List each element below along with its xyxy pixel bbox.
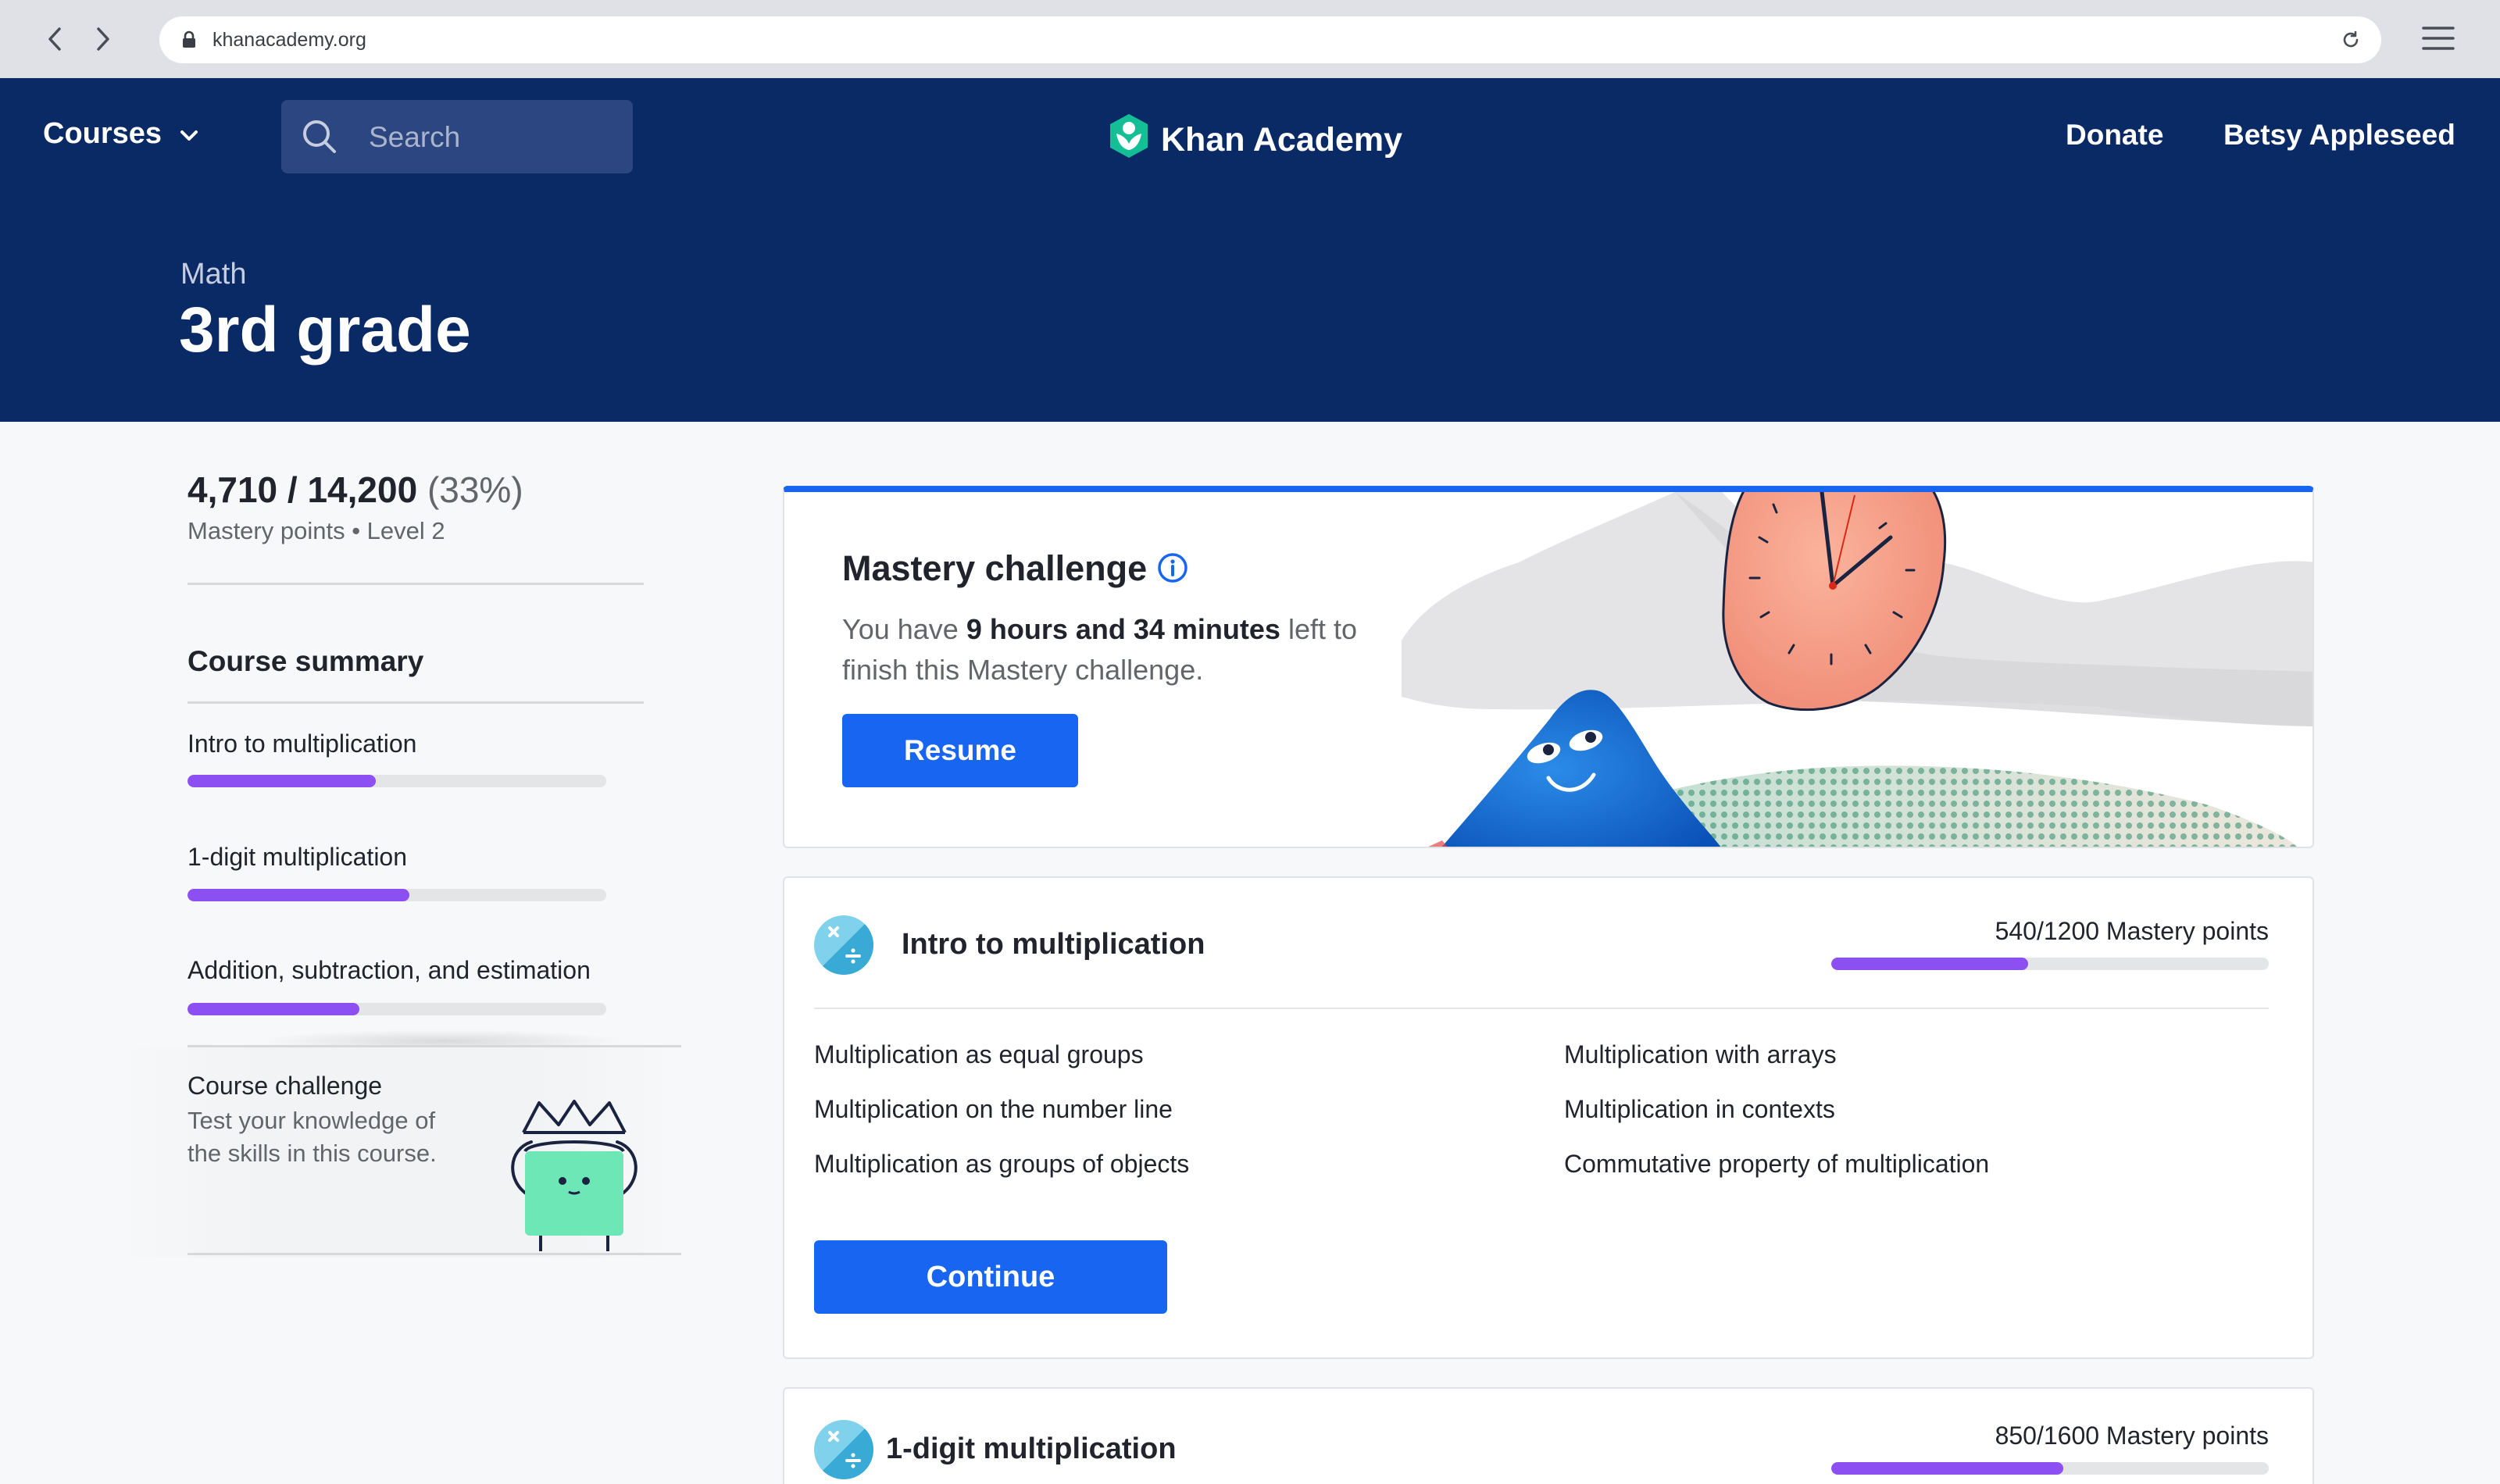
chevron-down-icon [179, 117, 199, 151]
unit-card-intro-to-multiplication: Intro to multiplication 540/1200 Mastery… [783, 876, 2314, 1359]
divider [814, 1008, 2269, 1009]
continue-button[interactable]: Continue [814, 1240, 1167, 1314]
site-header: Courses Search Khan Academy Donate Betsy… [0, 78, 2500, 195]
lock-icon [181, 30, 197, 53]
breadcrumb-subject[interactable]: Math [180, 258, 246, 291]
divider [188, 1045, 681, 1047]
menu-icon[interactable] [2422, 25, 2455, 55]
sidebar-item-1-digit-multiplication[interactable]: 1-digit multiplication [188, 843, 407, 872]
mastery-level: Mastery points • Level 2 [188, 517, 445, 544]
search-icon [300, 117, 339, 160]
user-menu[interactable]: Betsy Appleseed [2223, 119, 2455, 152]
progress-fill [188, 1003, 359, 1015]
divider [188, 1253, 681, 1255]
mastery-challenge-card: Mastery challenge You have 9 hours and 3… [783, 486, 2314, 848]
progress-fill [188, 775, 377, 787]
lesson-link[interactable]: Multiplication as groups of objects [814, 1150, 1189, 1179]
mastery-challenge-title: Mastery challenge [842, 548, 1148, 588]
progress-bar [1831, 1462, 2269, 1475]
courses-menu[interactable]: Courses [43, 117, 199, 151]
mastery-points-value: 4,710 / 14,200 [188, 469, 418, 510]
mc-text-before: You have [842, 613, 966, 645]
browser-chrome: khanacademy.org [0, 0, 2500, 78]
lesson-link[interactable]: Multiplication with arrays [1564, 1040, 1837, 1069]
course-challenge-title[interactable]: Course challenge [188, 1072, 382, 1101]
search-placeholder: Search [369, 121, 461, 153]
multiply-divide-icon [814, 915, 873, 979]
mastery-challenge-description: You have 9 hours and 34 minutes left to … [842, 609, 1389, 690]
divider [188, 701, 644, 704]
progress-bar [188, 775, 606, 787]
khan-academy-leaf-icon [1108, 112, 1150, 168]
unit-card-1-digit-multiplication: 1-digit multiplication 850/1600 Mastery … [783, 1387, 2314, 1484]
donate-link[interactable]: Donate [2066, 119, 2163, 152]
course-challenge-mascot-icon [500, 1095, 648, 1255]
mastery-summary: 4,710 / 14,200 (33%) Mastery points • Le… [188, 469, 688, 545]
unit-mastery-points: 540/1200 Mastery points [1995, 917, 2269, 945]
forward-arrow-icon[interactable] [84, 20, 122, 58]
resume-button[interactable]: Resume [842, 714, 1078, 787]
back-arrow-icon[interactable] [36, 20, 73, 58]
course-hero: Math 3rd grade [0, 195, 2500, 422]
course-challenge-description: Test your knowledge of the skills in thi… [188, 1107, 437, 1167]
lesson-link[interactable]: Multiplication as equal groups [814, 1040, 1144, 1069]
lesson-link[interactable]: Multiplication on the number line [814, 1095, 1173, 1124]
page-title: 3rd grade [179, 294, 471, 366]
search-input[interactable]: Search [281, 100, 633, 173]
divider [188, 583, 644, 585]
courses-label: Courses [43, 117, 162, 150]
unit-mastery-points: 850/1600 Mastery points [1995, 1422, 2269, 1450]
course-summary-title: Course summary [188, 645, 424, 677]
unit-title[interactable]: 1-digit multiplication [886, 1432, 1177, 1466]
progress-fill [1831, 1462, 2063, 1475]
mc-time-left: 9 hours and 34 minutes [966, 613, 1280, 645]
progress-bar [188, 889, 606, 901]
progress-fill [1831, 958, 2028, 970]
lesson-link[interactable]: Commutative property of multiplication [1564, 1150, 1989, 1179]
multiply-divide-icon [814, 1420, 873, 1483]
lesson-link[interactable]: Multiplication in contexts [1564, 1095, 1835, 1124]
url-text: khanacademy.org [212, 29, 366, 51]
mastery-challenge-illustration [1402, 492, 2312, 847]
progress-fill [188, 889, 410, 901]
mastery-points-total: 4,710 / 14,200 (33%) [188, 469, 688, 511]
sidebar-item-addition-subtraction-estimation[interactable]: Addition, subtraction, and estimation [188, 956, 591, 985]
progress-bar [1831, 958, 2269, 970]
progress-bar [188, 1003, 606, 1015]
info-icon[interactable] [1156, 551, 1189, 588]
sidebar-item-intro-to-multiplication[interactable]: Intro to multiplication [188, 730, 416, 758]
unit-title[interactable]: Intro to multiplication [902, 928, 1205, 961]
khan-academy-logo[interactable]: Khan Academy [1108, 112, 1402, 168]
brand-name: Khan Academy [1161, 121, 1403, 159]
mastery-points-percent: (33%) [427, 469, 523, 510]
reload-icon[interactable] [2341, 30, 2361, 54]
address-bar[interactable]: khanacademy.org [159, 16, 2381, 63]
